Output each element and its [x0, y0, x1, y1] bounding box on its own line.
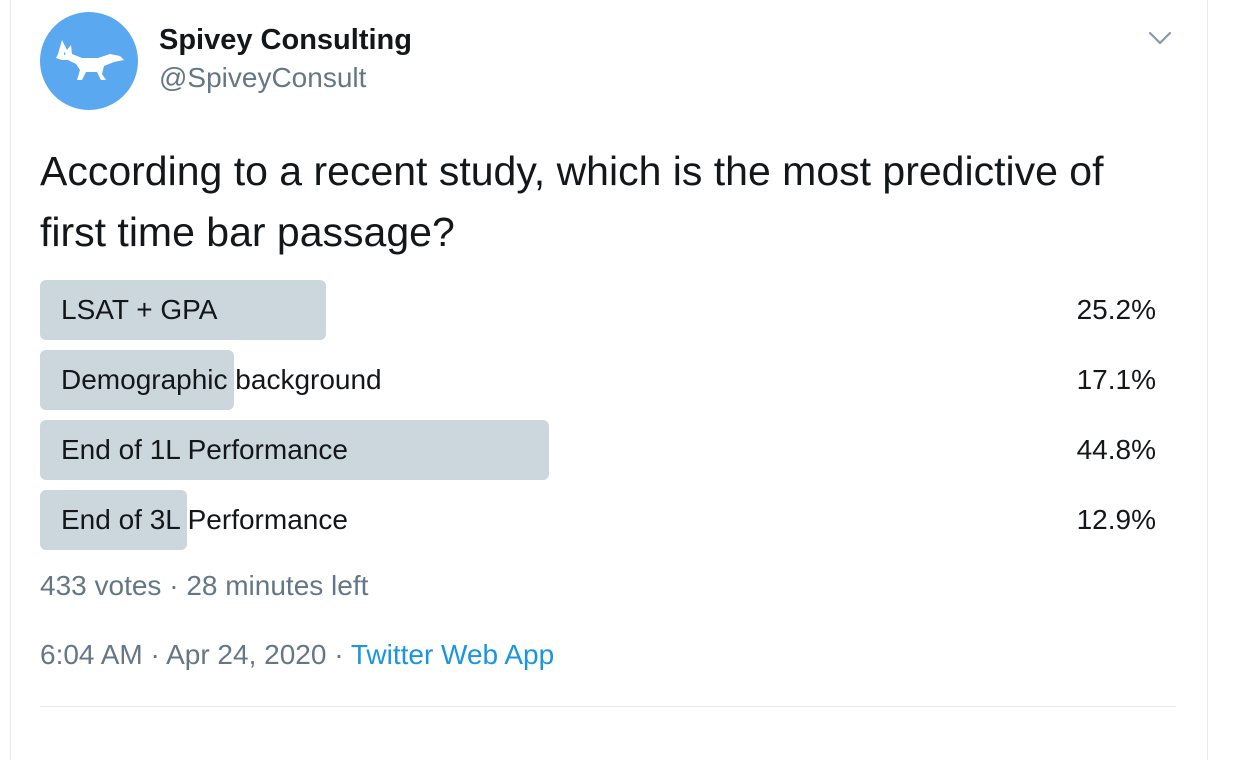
poll: LSAT + GPA 25.2% Demographic background …: [40, 280, 1158, 560]
avatar[interactable]: [40, 12, 138, 110]
divider: [40, 706, 1176, 707]
separator-dot: ·: [334, 639, 344, 670]
poll-option-percent: 25.2%: [1076, 294, 1156, 325]
poll-option-label: End of 1L Performance: [61, 434, 348, 465]
poll-option-label: LSAT + GPA: [61, 294, 218, 325]
tweet-text: According to a recent study, which is th…: [40, 148, 1104, 255]
poll-option-percent: 44.8%: [1076, 434, 1156, 465]
poll-option-label: End of 3L Performance: [61, 504, 348, 535]
poll-option[interactable]: End of 3L Performance 12.9%: [40, 490, 1158, 550]
poll-meta: 433 votes · 28 minutes left: [40, 570, 368, 602]
poll-option[interactable]: End of 1L Performance 44.8%: [40, 420, 1158, 480]
poll-option-label: Demographic background: [61, 364, 382, 395]
author-display-name[interactable]: Spivey Consulting: [159, 24, 412, 57]
poll-option[interactable]: Demographic background 17.1%: [40, 350, 1158, 410]
fox-logo-icon: [56, 40, 124, 80]
poll-option[interactable]: LSAT + GPA 25.2%: [40, 280, 1158, 340]
separator-dot: ·: [150, 639, 160, 670]
tweet-time[interactable]: 6:04 AM: [40, 639, 143, 670]
chevron-down-icon[interactable]: [1146, 26, 1174, 50]
poll-time-left: 28 minutes left: [186, 570, 369, 601]
timestamp-row: 6:04 AM · Apr 24, 2020 · Twitter Web App: [40, 639, 554, 671]
source-link[interactable]: Twitter Web App: [351, 639, 554, 670]
poll-option-percent: 12.9%: [1076, 504, 1156, 535]
poll-option-percent: 17.1%: [1076, 364, 1156, 395]
poll-vote-count: 433 votes: [40, 570, 162, 601]
separator-dot: ·: [169, 570, 179, 601]
tweet-date[interactable]: Apr 24, 2020: [166, 639, 326, 670]
author-handle[interactable]: @SpiveyConsult: [159, 62, 366, 94]
